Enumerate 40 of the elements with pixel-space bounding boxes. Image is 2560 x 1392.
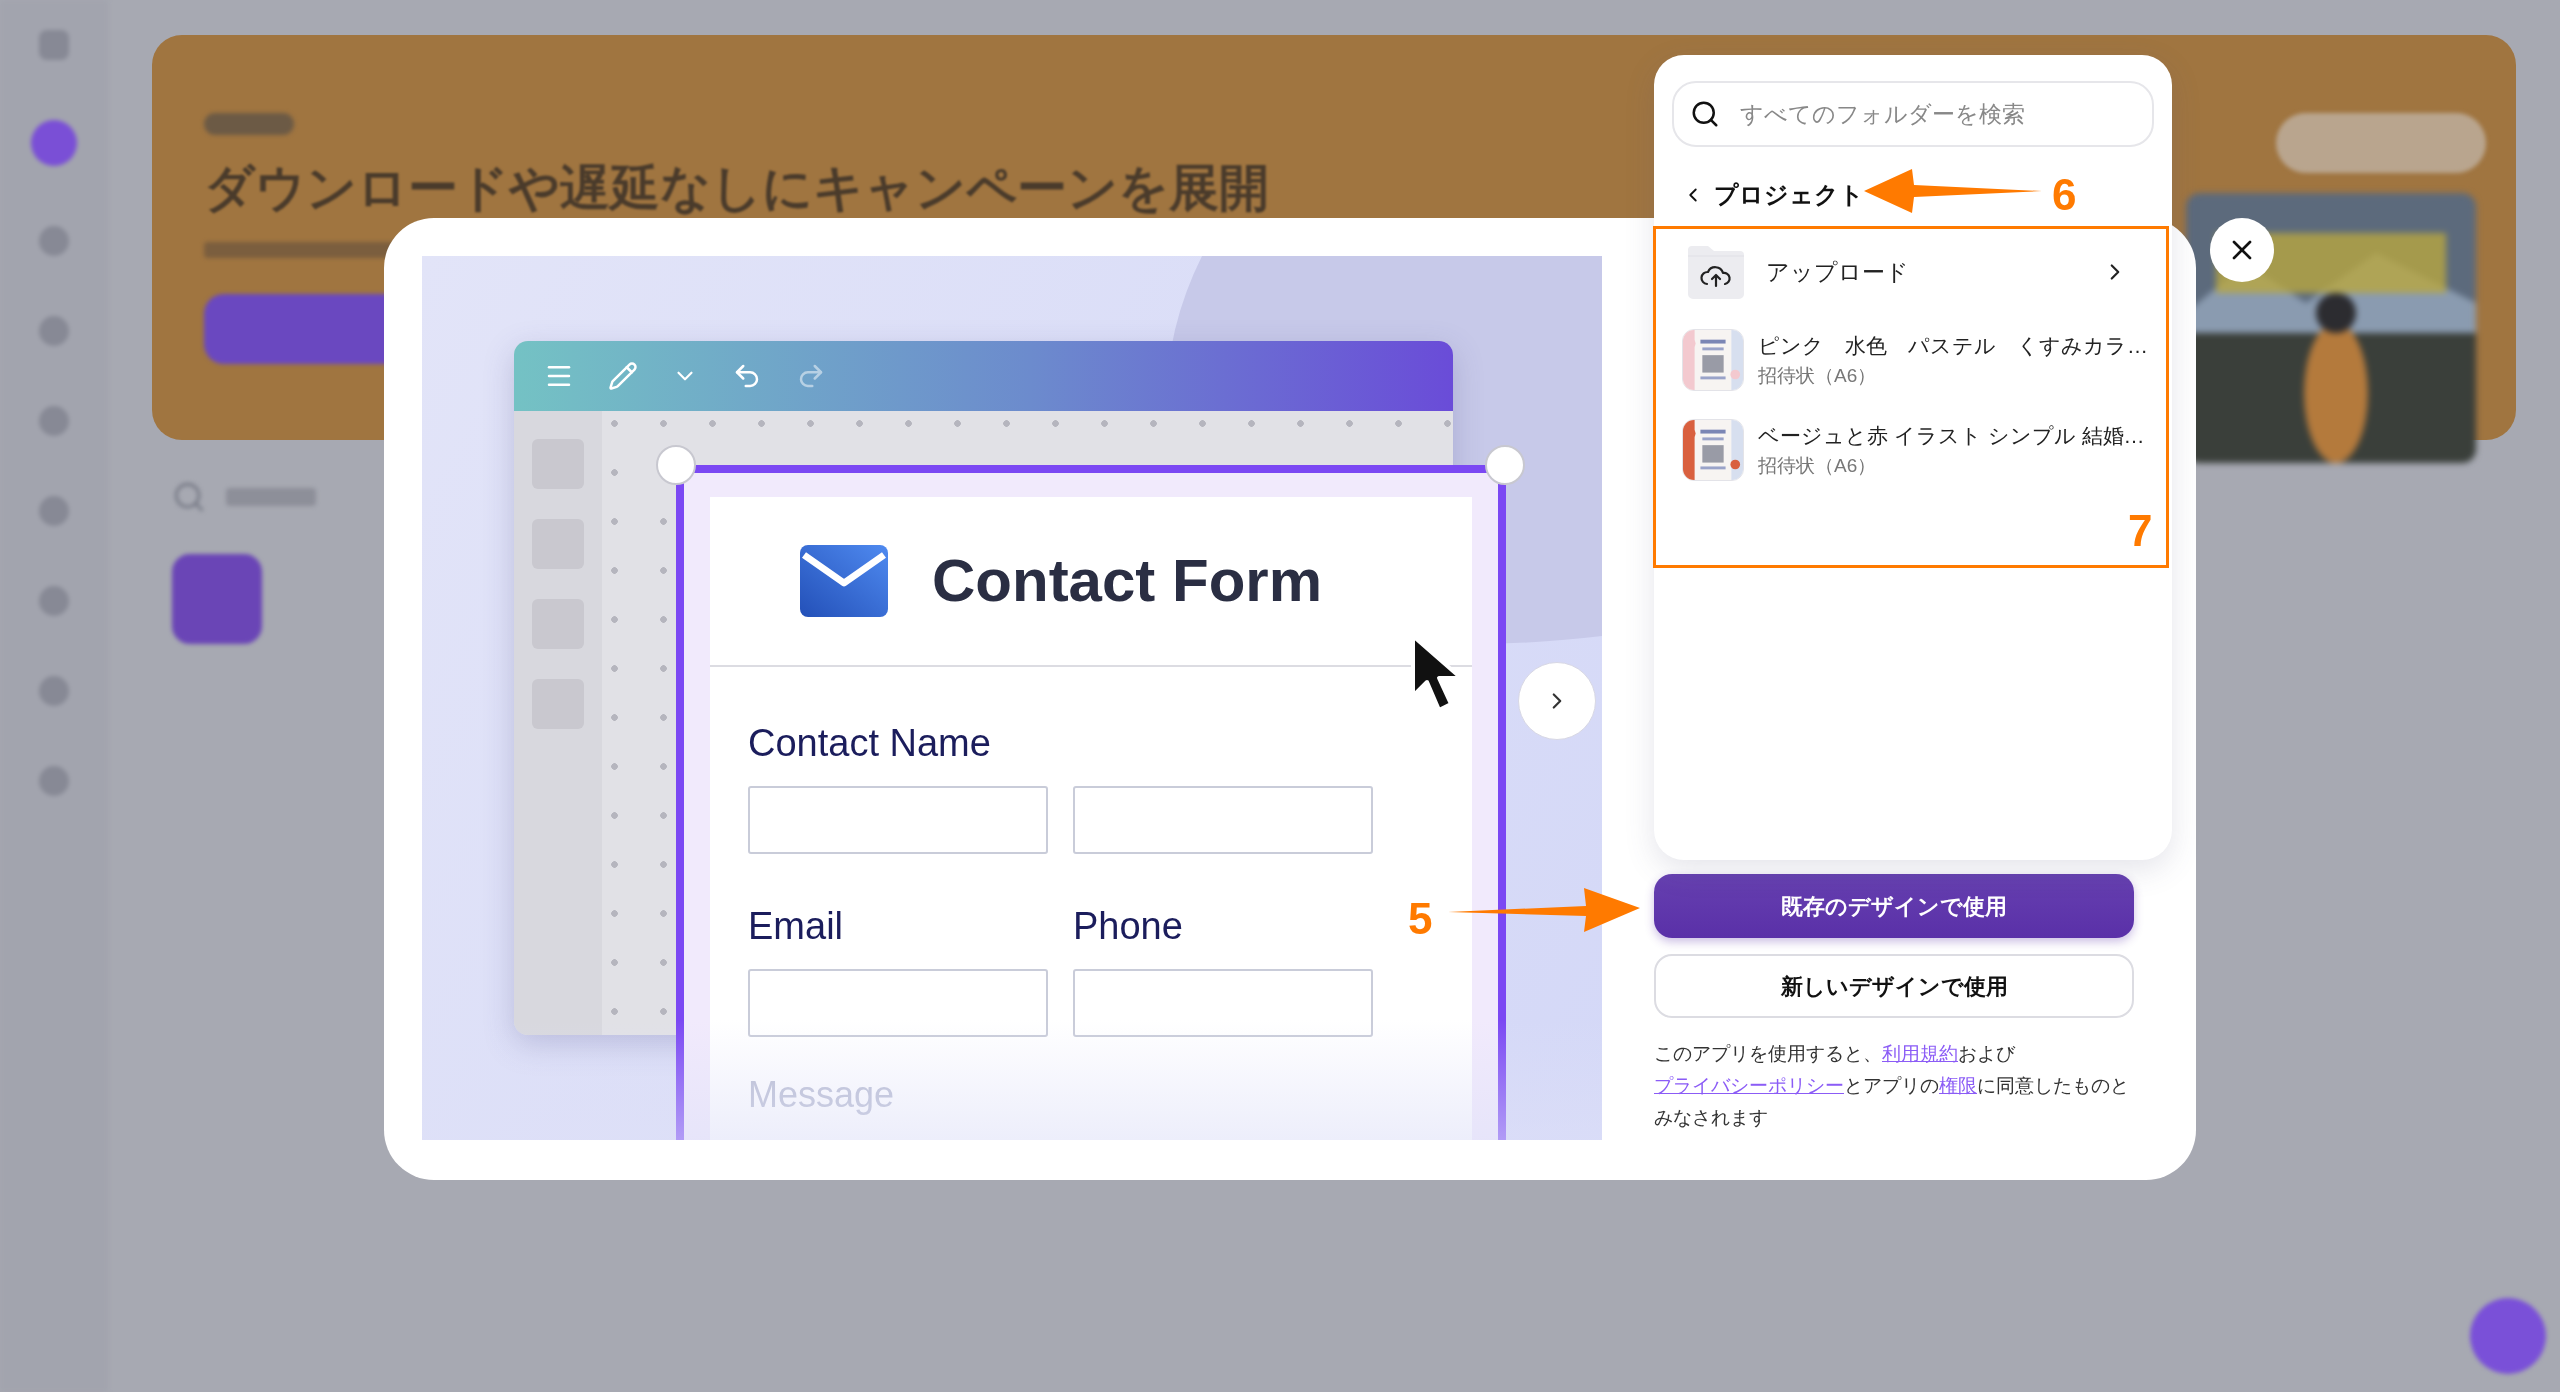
use-new-button[interactable]: 新しいデザインで使用 — [1654, 954, 2134, 1018]
sidebar-icon[interactable] — [39, 316, 69, 346]
sidebar-icon[interactable] — [39, 496, 69, 526]
design-name: ベージュと赤 イラスト シンプル 結婚… — [1758, 423, 2144, 449]
design-type: 招待状（A6） — [1758, 453, 1878, 478]
legal-link[interactable]: 権限 — [1939, 1075, 1977, 1096]
banner-headline: ダウンロードや遅延なしにキャンペーンを展開 — [204, 159, 1269, 218]
app-icon[interactable] — [172, 554, 262, 644]
design-type: 招待状（A6） — [1758, 363, 1878, 388]
pencil-icon[interactable] — [608, 361, 638, 391]
search-icon[interactable] — [172, 480, 206, 514]
banner-pill[interactable] — [2276, 113, 2486, 173]
sidebar-icon[interactable] — [39, 226, 69, 256]
use-existing-button[interactable]: 既存のデザインで使用 — [1654, 874, 2134, 938]
form-title: Contact Form — [932, 546, 1322, 616]
legal-link[interactable]: 利用規約 — [1882, 1043, 1958, 1064]
chat-button[interactable] — [2470, 1298, 2546, 1374]
design-item[interactable]: ピンク 水色 パステル くすみカラ… 招待状（A6） — [1672, 315, 2154, 405]
annotation-number: 5 — [1408, 893, 1433, 945]
sidebar-icon[interactable] — [39, 30, 69, 60]
field-label: Email — [748, 904, 845, 949]
sidebar-icon[interactable] — [39, 406, 69, 436]
envelope-icon — [800, 545, 888, 617]
annotation-number: 6 — [2052, 169, 2077, 221]
folder-name: アップロード — [1766, 257, 1910, 287]
folder-search-field[interactable]: すべてのフォルダーを検索 — [1672, 81, 2154, 147]
search-icon — [1690, 99, 1720, 129]
sidebar-icon[interactable] — [39, 676, 69, 706]
avatar-icon[interactable] — [31, 120, 77, 166]
sidebar-icon[interactable] — [39, 766, 69, 796]
breadcrumb-title: プロジェクト — [1714, 180, 1864, 210]
annotation-number: 7 — [2128, 505, 2153, 557]
design-item[interactable]: ベージュと赤 イラスト シンプル 結婚… 招待状（A6） — [1672, 405, 2154, 495]
back-link[interactable]: プロジェクト — [1682, 175, 1864, 215]
design-name: ピンク 水色 パステル くすみカラ… — [1758, 333, 2144, 359]
field-label: Contact Name — [748, 721, 992, 766]
legal-link[interactable]: プライバシーポリシー — [1654, 1075, 1844, 1096]
sidebar-icon[interactable] — [39, 586, 69, 616]
terms-text: このアプリを使用すると、利用規約および プライバシーポリシー とアプリの権限に同意したものとみなされます — [1654, 1042, 2130, 1130]
field-label: Phone — [1073, 904, 1184, 949]
